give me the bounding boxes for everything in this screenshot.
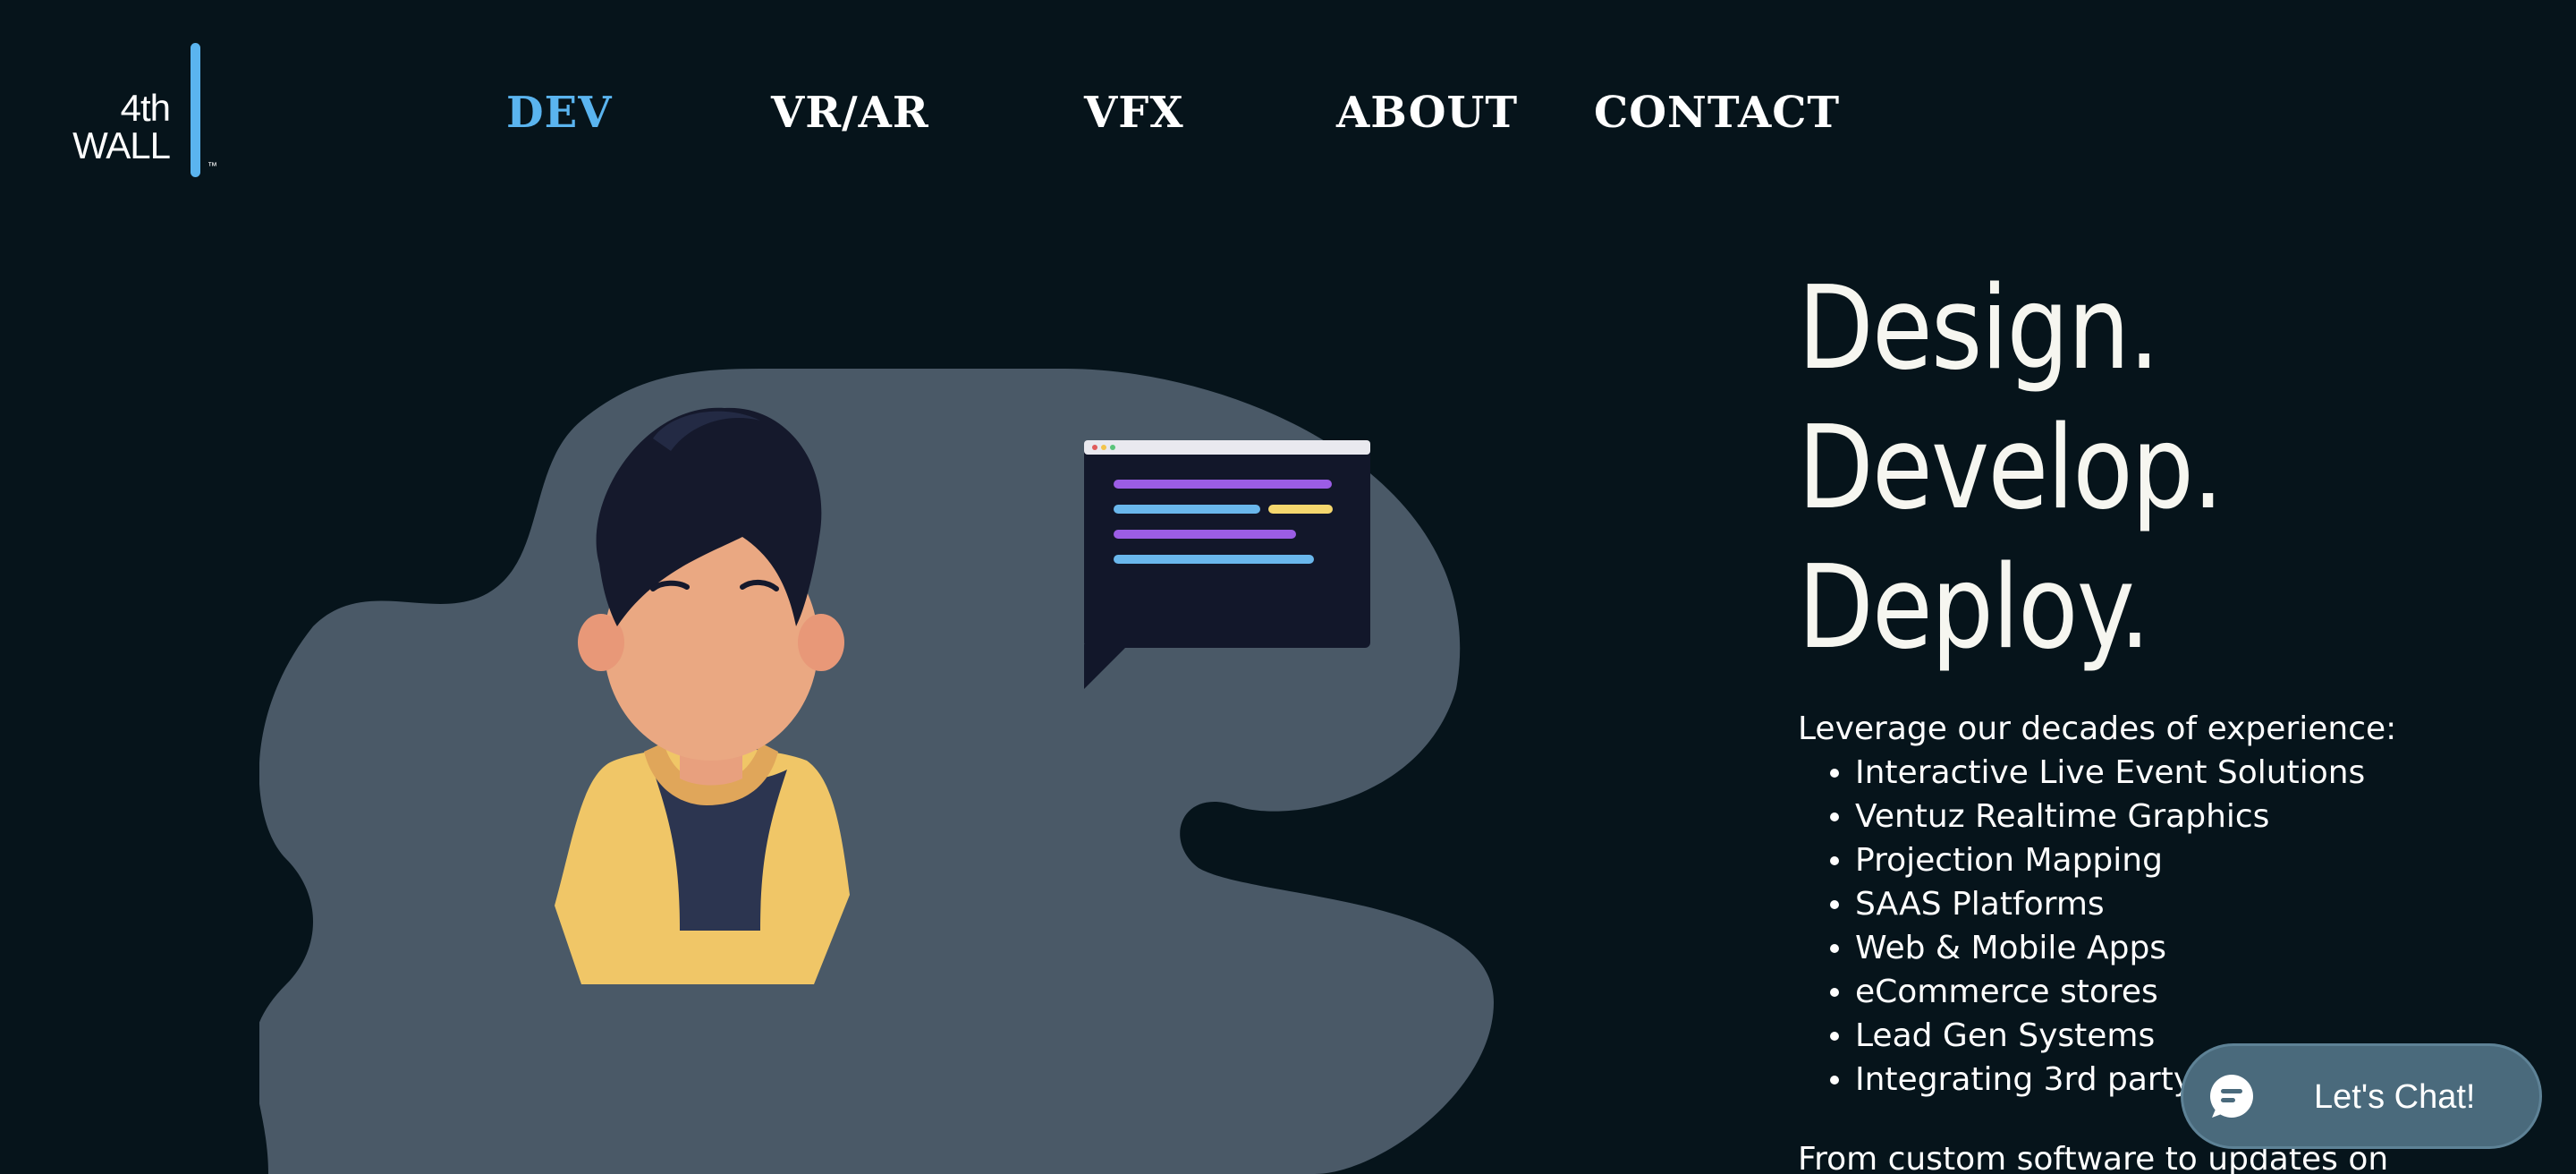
logo-text-wall: WALL: [72, 124, 171, 166]
list-item: eCommerce stores: [1830, 970, 2549, 1014]
developer-illustration: [259, 369, 1494, 1174]
nav-item-vr-ar[interactable]: VR/AR: [771, 86, 929, 140]
nav-item-dev[interactable]: DEV: [506, 86, 612, 140]
headline-develop: Develop.: [1798, 402, 2224, 535]
list-item: SAAS Platforms: [1830, 882, 2549, 926]
hero-section: Design. Develop. Deploy. Leverage our de…: [1798, 259, 2549, 1174]
page: 4th WALL ™ DEV VR/AR VFX ABOUT CONTACT D…: [0, 0, 2576, 1174]
lets-chat-button[interactable]: Let's Chat!: [2181, 1043, 2542, 1149]
list-item: Ventuz Realtime Graphics: [1830, 795, 2549, 838]
intro-text: Leverage our decades of experience:: [1798, 710, 2397, 747]
nav-item-contact[interactable]: CONTACT: [1594, 86, 1840, 140]
list-item: Web & Mobile Apps: [1830, 926, 2549, 970]
logo-trademark: ™: [208, 161, 217, 172]
chat-bubble-icon: [2210, 1075, 2253, 1118]
nav-item-about[interactable]: ABOUT: [1336, 86, 1518, 140]
chat-label: Let's Chat!: [2314, 1078, 2476, 1116]
logo-text-4th: 4th: [120, 87, 171, 129]
list-item: Interactive Live Event Solutions: [1830, 751, 2549, 795]
headline-deploy: Deploy.: [1798, 541, 2150, 675]
nav-item-vfx[interactable]: VFX: [1084, 86, 1184, 140]
list-item: Projection Mapping: [1830, 838, 2549, 882]
headline-design: Design.: [1798, 262, 2160, 396]
site-logo[interactable]: 4th WALL ™: [70, 43, 231, 186]
logo-accent-bar: [191, 43, 200, 177]
